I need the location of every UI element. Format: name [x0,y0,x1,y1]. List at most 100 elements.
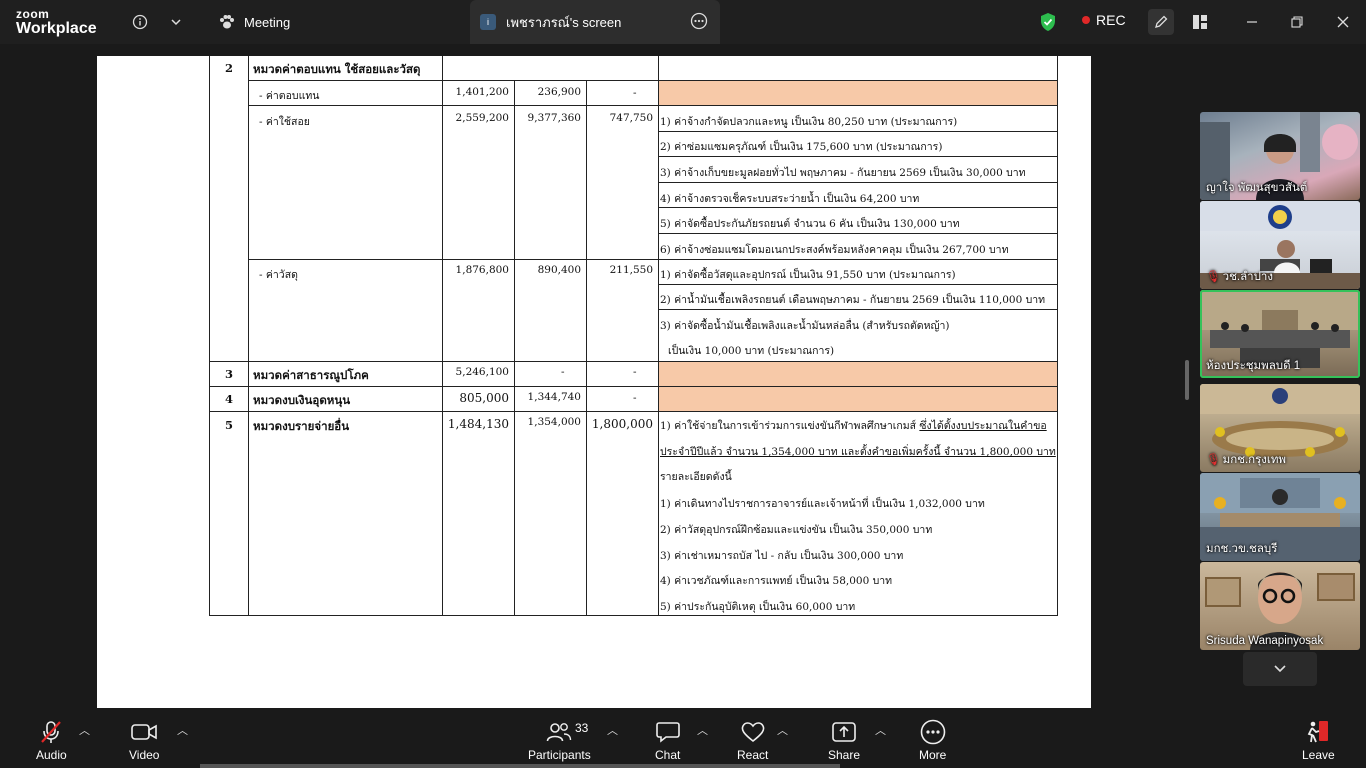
participant-video-tile[interactable]: Srisuda Wanapinyosak [1200,562,1360,650]
participant-video-tile[interactable]: ญาใจ พัฒนสุขวสันต์ [1200,112,1360,200]
audio-label: Audio [36,748,67,762]
category-label: หมวดงบเงินอุดหนุน [253,393,351,407]
participant-name: มกช.วข.ชลบุรี [1206,543,1278,555]
detail-line: 3) ค่าเช่าเหมารถบัส ไป - กลับ เป็นเงิน 3… [660,550,904,562]
detail-line: รายละเอียดดังนี้ [660,471,732,483]
value-cell: - [633,87,637,99]
scroll-participants-down-button[interactable] [1243,652,1317,686]
muted-mic-icon: 🎙 [1206,271,1221,283]
security-shield-icon[interactable] [1036,10,1060,34]
detail-line: 4) ค่าเวชภัณฑ์และการแพทย์ เป็นเงิน 58,00… [660,575,893,587]
value-cell: 211,550 [609,264,653,276]
video-button[interactable]: Video [129,720,159,762]
video-options-caret-icon[interactable]: ︿ [177,722,188,738]
annotate-pencil-icon[interactable] [1148,9,1174,35]
highlight-cell [659,387,1057,411]
leave-door-icon [1305,720,1331,744]
value-cell: 747,750 [609,112,653,124]
detail-line: 4) ค่าจ้างตรวจเช็คระบบสระว่ายน้ำ เป็นเงิ… [660,193,920,205]
value-cell: 1,344,740 [527,391,581,403]
react-options-caret-icon[interactable]: ︿ [777,722,788,738]
share-badge-icon: i [480,14,496,30]
detail-line: 5) ค่าจัดซื้อประกันภัยรถยนต์ จำนวน 6 คัน… [660,218,960,230]
participant-video-tile[interactable]: 🎙 วช.ลำปาง [1200,201,1360,289]
highlight-cell [659,81,1057,105]
value-cell: 5,246,100 [455,366,509,378]
detail-line: 1) ค่าเดินทางไปราชการอาจารย์และเจ้าหน้าท… [660,498,985,510]
sub-item-label: - ค่าใช้สอย [259,116,310,128]
restore-window-icon[interactable] [1285,10,1309,34]
participants-label: Participants [528,748,591,762]
value-cell: - [633,392,637,404]
participants-count: 33 [575,721,589,735]
chevron-down-icon[interactable] [164,10,188,34]
highlight-cell [659,362,1057,386]
recording-label: REC [1096,12,1126,28]
row-number: 5 [225,418,234,432]
row-number: 4 [225,392,234,406]
close-icon[interactable] [1331,10,1355,34]
more-label: More [919,748,947,762]
tab-meeting[interactable]: Meeting [218,0,290,44]
recording-dot-icon [1082,16,1090,24]
detail-line: 1) ค่าจ้างกำจัดปลวกและหนู เป็นเงิน 80,25… [660,116,958,128]
sidebar-resize-handle[interactable] [1185,360,1189,400]
detail-line: 3) ค่าจัดซื้อน้ำมันเชื้อเพลิงและน้ำมันหล… [660,320,950,332]
share-button[interactable]: Share [828,720,860,762]
participant-video-tile-active[interactable]: ห้องประชุมพลบดี 1 [1200,290,1360,378]
title-bar: zoom Workplace Meeting i เพชราภรณ์'s scr… [0,0,1366,44]
detail-line: 5) ค่าประกันอุบัติเหตุ เป็นเงิน 60,000 บ… [660,601,856,613]
detail-line: 2) ค่าน้ำมันเชื้อเพลิงรถยนต์ เดือนพฤษภาค… [660,294,1046,306]
more-options-icon[interactable] [690,12,708,33]
category-label: หมวดค่าสาธารณูปโภค [253,368,369,382]
recording-indicator[interactable]: REC [1082,12,1126,28]
leave-button[interactable]: Leave [1302,720,1335,762]
chat-label: Chat [655,748,681,762]
share-label: Share [828,748,861,762]
paw-icon [220,15,234,29]
row-number: 3 [225,367,234,381]
detail-text-underlined: ซึ่งได้ตั้งงบประมาณในคำขอ [919,420,1047,432]
value-cell: 1,876,800 [455,264,509,276]
video-camera-icon [130,720,158,744]
muted-microphone-icon [39,720,63,744]
value-cell: 805,000 [459,391,509,405]
horizontal-scrollbar[interactable] [200,764,840,768]
detail-line: ประจำปีปีแล้ว จำนวน 1,354,000 บาท และตั้… [660,446,1056,458]
audio-options-caret-icon[interactable]: ︿ [79,722,90,738]
share-options-caret-icon[interactable]: ︿ [875,722,886,738]
value-cell: - [633,366,637,378]
participants-icon [546,720,572,744]
info-icon[interactable] [128,10,152,34]
meeting-toolbar: Audio ︿ Video ︿ Participants 33 ︿ Chat ︿… [0,708,1366,768]
row-number: 2 [225,61,234,75]
detail-line: เป็นเงิน 10,000 บาท (ประมาณการ) [668,345,835,357]
value-cell: 1,354,000 [527,416,581,428]
sub-item-label: - ค่าวัสดุ [259,269,298,281]
value-cell: 2,559,200 [455,112,509,124]
detail-line: 1) ค่าใช้จ่ายในการเข้าร่วมการแข่งขันกีฬา… [660,417,1047,434]
chat-options-caret-icon[interactable]: ︿ [697,722,708,738]
participant-video-tile[interactable]: 🎙 มกช.กรุงเทพ [1200,384,1360,472]
minimize-icon[interactable] [1240,10,1264,34]
participant-video-tile[interactable]: มกช.วข.ชลบุรี [1200,473,1360,561]
view-layout-icon[interactable] [1188,10,1212,34]
tab-shared-screen[interactable]: i เพชราภรณ์'s screen [470,0,720,44]
participants-options-caret-icon[interactable]: ︿ [607,722,618,738]
detail-text: 1) ค่าใช้จ่ายในการเข้าร่วมการแข่งขันกีฬา… [660,420,920,432]
tab-shared-screen-label: เพชราภรณ์'s screen [506,14,622,30]
audio-button[interactable]: Audio [36,720,67,762]
video-label: Video [129,748,160,762]
value-cell: 890,400 [537,264,581,276]
value-cell: 236,900 [537,86,581,98]
category-label: หมวดค่าตอบแทน ใช้สอยและวัสดุ [253,62,421,76]
share-screen-icon [831,720,857,744]
chevron-down-icon [1274,665,1286,673]
react-button[interactable]: React [737,720,768,762]
detail-line: 2) ค่าวัสดุอุปกรณ์ฝึกซ้อมและแข่งขัน เป็น… [660,524,933,536]
more-button[interactable]: More [919,719,947,762]
chat-button[interactable]: Chat [655,720,680,762]
more-dots-icon [920,719,946,745]
logo-workplace-text: Workplace [16,20,97,37]
muted-mic-icon: 🎙 [1206,454,1221,466]
